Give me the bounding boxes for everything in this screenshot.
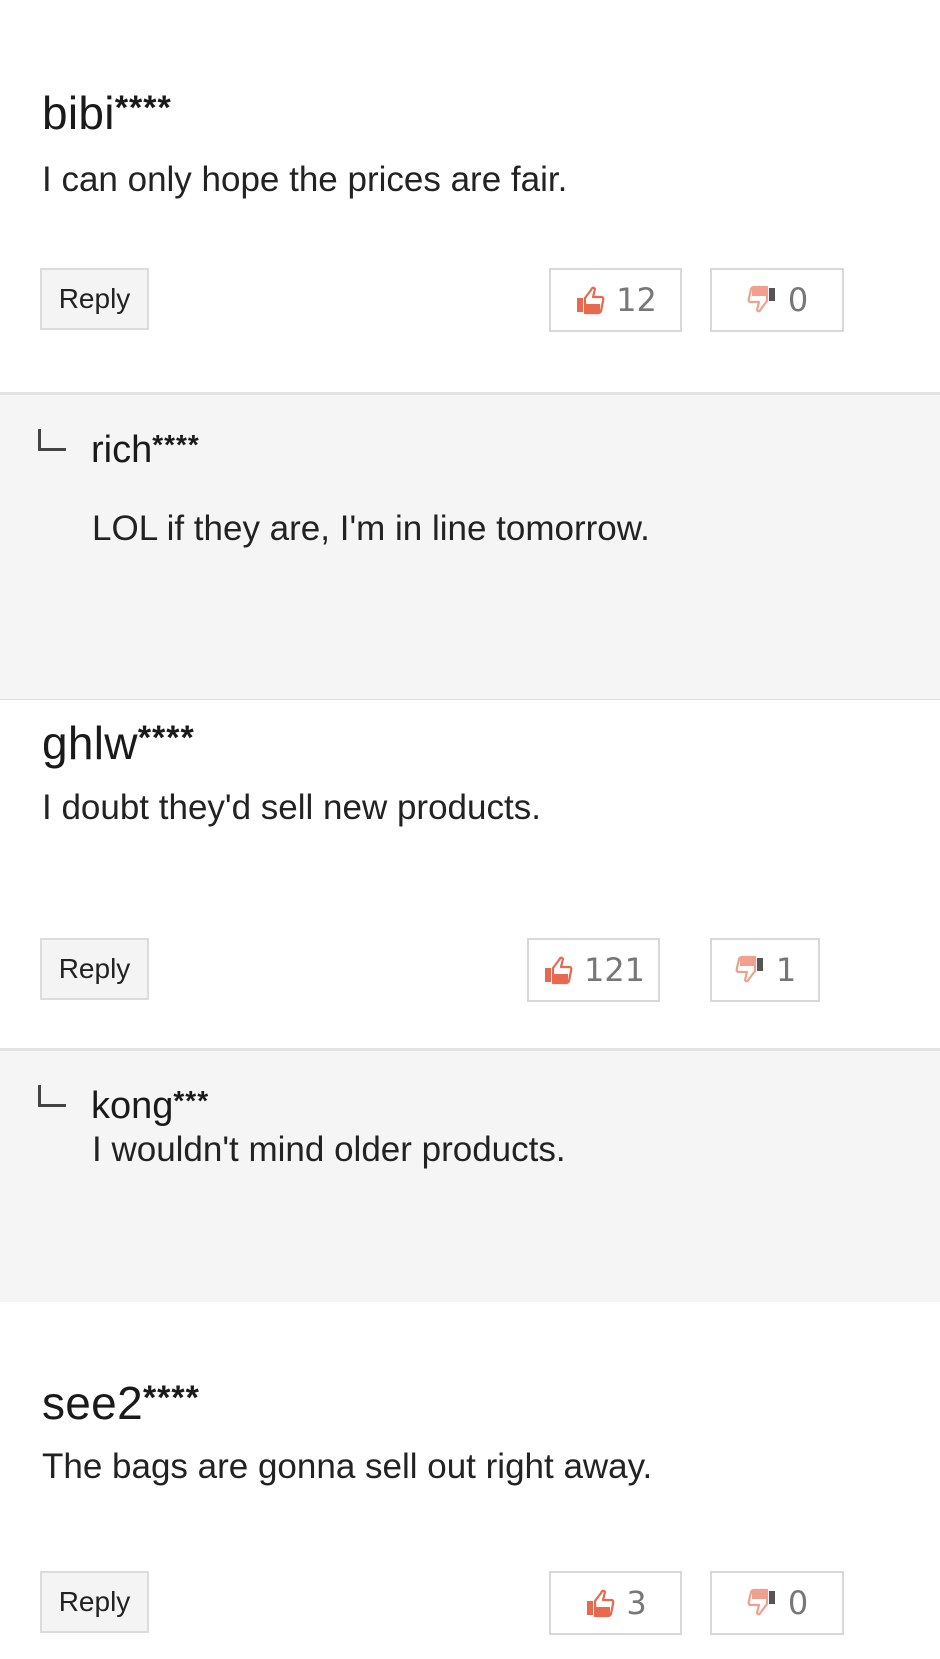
reply-button[interactable]: Reply (40, 938, 149, 1000)
reply-button[interactable]: Reply (40, 268, 149, 330)
thumbs-down-icon (746, 1587, 778, 1619)
reply-text: LOL if they are, I'm in line tomorrow. (92, 509, 650, 548)
dislike-button[interactable]: 1 (710, 938, 820, 1002)
comment-author: ghlw**** (42, 717, 195, 769)
like-count: 3 (626, 1584, 647, 1622)
like-button[interactable]: 121 (527, 938, 660, 1002)
comment: see2**** The bags are gonna sell out rig… (0, 1302, 940, 1659)
dislike-button[interactable]: 0 (710, 268, 844, 332)
comment-text: I can only hope the prices are fair. (42, 160, 568, 199)
reply-thread: kong*** I wouldn't mind older products. (0, 1048, 940, 1302)
like-button[interactable]: 12 (549, 268, 682, 332)
comment: bibi**** I can only hope the prices are … (0, 0, 940, 395)
dislike-count: 0 (787, 1584, 809, 1622)
thumbs-up-icon (574, 284, 606, 316)
comment: ghlw**** I doubt they'd sell new product… (0, 700, 940, 1050)
reply-author: kong*** (91, 1085, 210, 1127)
thumbs-down-icon (734, 954, 766, 986)
thumbs-up-icon (584, 1587, 616, 1619)
dislike-count: 1 (775, 951, 797, 989)
like-count: 121 (583, 951, 646, 989)
reply-arrow-icon (38, 1085, 66, 1107)
thumbs-up-icon (542, 954, 574, 986)
dislike-count: 0 (787, 281, 809, 319)
comment-text: The bags are gonna sell out right away. (42, 1447, 653, 1486)
like-count: 12 (616, 281, 657, 319)
reply-text: I wouldn't mind older products. (92, 1130, 566, 1169)
comment-text: I doubt they'd sell new products. (42, 788, 541, 827)
comment-author: bibi**** (42, 87, 172, 139)
reply-author: rich**** (91, 429, 200, 471)
comment-feed: bibi**** I can only hope the prices are … (0, 0, 940, 1659)
like-button[interactable]: 3 (549, 1571, 682, 1635)
dislike-button[interactable]: 0 (710, 1571, 844, 1635)
reply-button[interactable]: Reply (40, 1571, 149, 1633)
comment-author: see2**** (42, 1377, 200, 1429)
thumbs-down-icon (746, 284, 778, 316)
reply-thread: rich**** LOL if they are, I'm in line to… (0, 392, 940, 702)
reply-arrow-icon (38, 429, 66, 451)
